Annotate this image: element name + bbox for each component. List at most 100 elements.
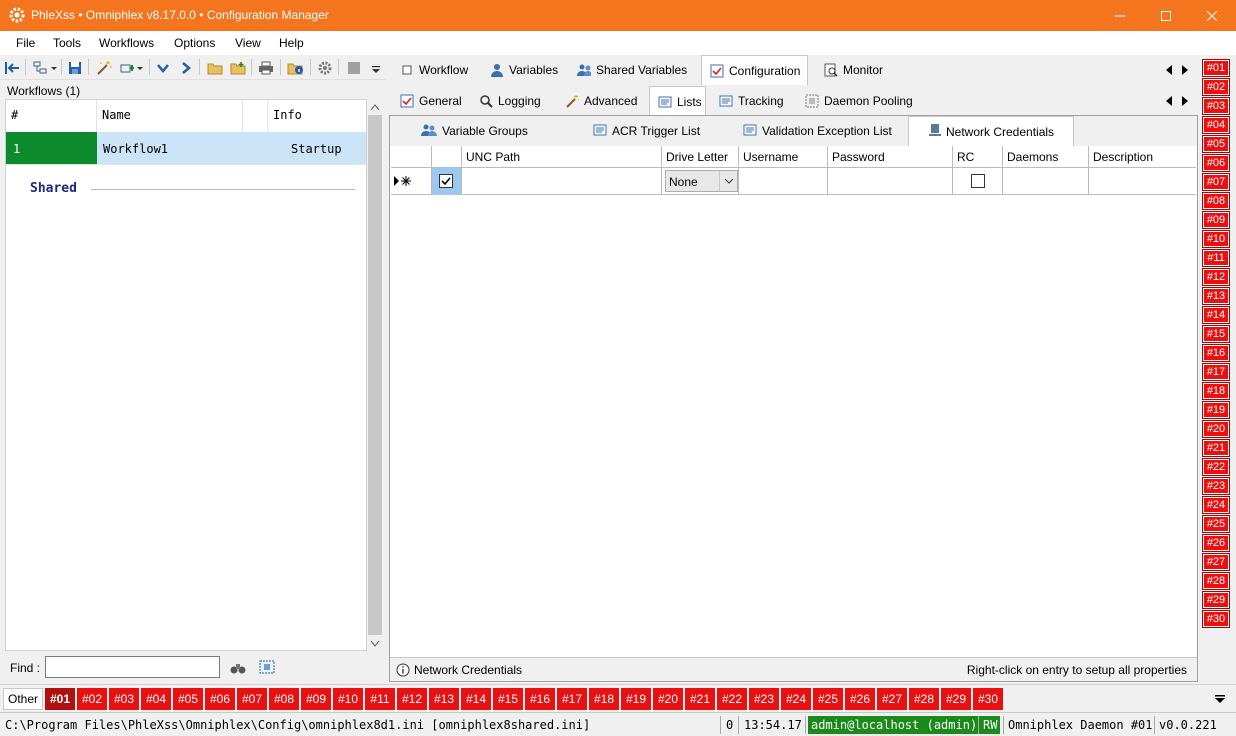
daemon-badge[interactable]: #05 <box>1202 135 1230 153</box>
open-folder-button[interactable] <box>206 59 224 76</box>
tab-lists[interactable]: Lists <box>649 86 706 116</box>
check-button[interactable] <box>154 59 172 76</box>
daemon-tab[interactable]: #06 <box>205 688 236 710</box>
daemon-tab[interactable]: #18 <box>589 688 620 710</box>
daemon-tab[interactable]: #04 <box>141 688 172 710</box>
tab-tracking[interactable]: Tracking <box>711 86 792 116</box>
checkbox-unchecked-icon[interactable] <box>971 174 985 188</box>
daemon-tab[interactable]: #23 <box>749 688 780 710</box>
tab-network-credentials[interactable]: Network Credentials <box>908 116 1074 146</box>
column-header-password[interactable]: Password <box>828 146 953 168</box>
tab-advanced[interactable]: Advanced <box>557 86 645 116</box>
table-row[interactable]: None <box>391 168 1196 195</box>
tab-variables[interactable]: Variables <box>482 55 566 85</box>
daemon-tab[interactable]: #07 <box>237 688 268 710</box>
print-button[interactable] <box>257 59 275 76</box>
daemon-tab[interactable]: #24 <box>781 688 812 710</box>
daemon-tab[interactable]: #28 <box>909 688 940 710</box>
daemon-badge[interactable]: #03 <box>1202 97 1230 115</box>
daemon-tab[interactable]: #11 <box>365 688 396 710</box>
daemon-tab[interactable]: #10 <box>333 688 364 710</box>
daemon-badge[interactable]: #28 <box>1202 572 1230 590</box>
daemon-tab[interactable]: #29 <box>941 688 972 710</box>
drive-letter-dropdown-button[interactable] <box>719 171 737 191</box>
daemon-badge[interactable]: #09 <box>1202 211 1230 229</box>
daemon-tab[interactable]: #17 <box>557 688 588 710</box>
tab-variable-groups[interactable]: Variable Groups <box>421 116 528 146</box>
daemon-badge[interactable]: #13 <box>1202 287 1230 305</box>
daemon-tab[interactable]: #05 <box>173 688 204 710</box>
daemon-tab[interactable]: #12 <box>397 688 428 710</box>
subtab-scroll-right-button[interactable] <box>1181 95 1189 109</box>
stop-button[interactable] <box>345 59 363 76</box>
daemon-tab[interactable]: #01 <box>45 688 76 710</box>
toolbar-overflow-button[interactable] <box>370 59 382 76</box>
tab-acr-trigger-list[interactable]: ACR Trigger List <box>593 116 700 146</box>
daemon-badge[interactable]: #07 <box>1202 173 1230 191</box>
column-header-daemons[interactable]: Daemons <box>1003 146 1089 168</box>
column-header-number[interactable]: # <box>6 100 97 132</box>
rc-cell[interactable] <box>953 168 1003 195</box>
daemon-tab[interactable]: #03 <box>109 688 140 710</box>
unc-path-cell[interactable] <box>462 168 662 195</box>
daemon-badge[interactable]: #23 <box>1202 477 1230 495</box>
password-cell[interactable] <box>828 168 953 195</box>
forward-button[interactable] <box>177 59 195 76</box>
column-header-rc[interactable]: RC <box>953 146 1003 168</box>
folder-info-button[interactable] <box>287 59 305 76</box>
daemon-tab[interactable]: #13 <box>429 688 460 710</box>
add-workflow-button[interactable] <box>120 59 144 76</box>
tab-scroll-right-button[interactable] <box>1181 64 1189 78</box>
menu-file[interactable]: File <box>16 36 35 50</box>
daemon-tab[interactable]: #30 <box>973 688 1004 710</box>
tab-configuration[interactable]: Configuration <box>701 55 808 85</box>
tab-overflow-button[interactable] <box>1214 693 1226 707</box>
menu-tools[interactable]: Tools <box>53 36 81 50</box>
username-cell[interactable] <box>739 168 828 195</box>
daemon-badge[interactable]: #30 <box>1202 610 1230 628</box>
wizard-button[interactable] <box>95 59 113 76</box>
daemon-tab[interactable]: #02 <box>77 688 108 710</box>
daemon-badge[interactable]: #25 <box>1202 515 1230 533</box>
daemon-badge[interactable]: #29 <box>1202 591 1230 609</box>
daemon-tab[interactable]: #22 <box>717 688 748 710</box>
daemon-badge[interactable]: #22 <box>1202 458 1230 476</box>
menu-view[interactable]: View <box>235 36 261 50</box>
daemon-tab[interactable]: #19 <box>621 688 652 710</box>
daemon-badge[interactable]: #24 <box>1202 496 1230 514</box>
scrollbar-thumb[interactable] <box>368 115 382 635</box>
tab-workflow[interactable]: Workflow <box>392 55 476 85</box>
checkbox-checked-icon[interactable] <box>439 174 453 188</box>
tab-monitor[interactable]: Monitor <box>816 55 891 85</box>
close-button[interactable] <box>1189 0 1235 31</box>
column-header-info[interactable]: Info <box>268 100 366 132</box>
tab-general[interactable]: General <box>392 86 470 116</box>
menu-help[interactable]: Help <box>279 36 304 50</box>
daemon-tab[interactable]: #20 <box>653 688 684 710</box>
column-header-unc-path[interactable]: UNC Path <box>462 146 662 168</box>
daemon-badge[interactable]: #12 <box>1202 268 1230 286</box>
workflow-list-scrollbar[interactable] <box>367 99 383 651</box>
tab-other[interactable]: Other <box>3 688 43 710</box>
daemon-badge[interactable]: #20 <box>1202 420 1230 438</box>
daemon-badge[interactable]: #02 <box>1202 78 1230 96</box>
daemon-badge[interactable]: #27 <box>1202 553 1230 571</box>
column-header-description[interactable]: Description <box>1089 146 1196 168</box>
daemon-badge[interactable]: #11 <box>1202 249 1230 267</box>
workflow-tree-button[interactable] <box>31 59 59 76</box>
daemon-badge[interactable]: #26 <box>1202 534 1230 552</box>
drive-letter-cell[interactable]: None <box>662 168 739 195</box>
daemon-badge[interactable]: #15 <box>1202 325 1230 343</box>
folder-add-button[interactable] <box>229 59 247 76</box>
save-button[interactable] <box>66 59 84 76</box>
subtab-scroll-left-button[interactable] <box>1165 95 1173 109</box>
daemon-badge[interactable]: #14 <box>1202 306 1230 324</box>
daemon-tab[interactable]: #16 <box>525 688 556 710</box>
daemon-badge[interactable]: #19 <box>1202 401 1230 419</box>
row-select-cell[interactable] <box>432 168 462 195</box>
column-header-drive-letter[interactable]: Drive Letter <box>662 146 739 168</box>
tab-logging[interactable]: Logging <box>471 86 549 116</box>
tab-validation-exception-list[interactable]: Validation Exception List <box>743 116 892 146</box>
daemon-badge[interactable]: #16 <box>1202 344 1230 362</box>
minimize-button[interactable] <box>1097 0 1143 31</box>
